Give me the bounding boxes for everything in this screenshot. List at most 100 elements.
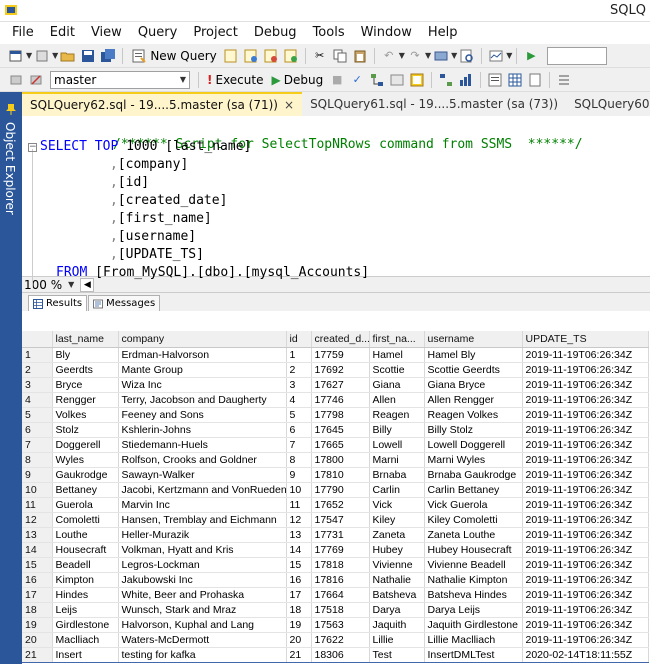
client-statistics-icon[interactable]	[458, 72, 474, 88]
results-to-grid-icon[interactable]	[507, 72, 523, 88]
cell-id[interactable]: 1	[286, 347, 312, 363]
cell-username[interactable]: Jaquith Girdlestone	[424, 617, 523, 633]
cell-last-name[interactable]: Bryce	[52, 377, 119, 393]
column-header-update-ts[interactable]: UPDATE_TS	[522, 331, 649, 348]
table-row[interactable]: 7 Doggerell Stiedemann-Huels 7 17665 Lowell Lo…	[22, 437, 649, 453]
row-number[interactable]: 1	[22, 347, 53, 363]
cell-created-date[interactable]: 17518	[311, 602, 370, 618]
table-row[interactable]: 1 Bly Erdman-Halvorson 1 17759 Hamel Hamel Bly…	[22, 347, 649, 363]
cell-update-ts[interactable]: 2019-11-19T06:26:34Z	[522, 557, 649, 573]
cell-created-date[interactable]: 17627	[311, 377, 370, 393]
row-number[interactable]: 18	[22, 602, 53, 618]
actual-plan-icon[interactable]	[438, 72, 454, 88]
cell-update-ts[interactable]: 2019-11-19T06:26:34Z	[522, 347, 649, 363]
cell-company[interactable]: Sawayn-Walker	[118, 467, 287, 483]
analysis-query-icon[interactable]	[243, 48, 259, 64]
table-row[interactable]: 6 Stolz Kshlerin-Johns 6 17645 Billy Billy Sto…	[22, 422, 649, 438]
row-number[interactable]: 3	[22, 377, 53, 393]
activity-monitor-icon[interactable]	[488, 48, 504, 64]
xmla-query-icon[interactable]	[283, 48, 299, 64]
object-explorer-strip[interactable]: Object Explorer	[0, 92, 22, 664]
menu-query[interactable]: Query	[130, 22, 186, 44]
cell-username[interactable]: Hubey Housecraft	[424, 542, 523, 558]
execute-button[interactable]: ! Execute	[207, 73, 263, 87]
cell-update-ts[interactable]: 2019-11-19T06:26:34Z	[522, 482, 649, 498]
cell-username[interactable]: Hamel Bly	[424, 347, 523, 363]
results-grid[interactable]: last_name company id created_d... first_…	[22, 331, 650, 664]
cell-last-name[interactable]: Gaukrodge	[52, 467, 119, 483]
cell-created-date[interactable]: 17665	[311, 437, 370, 453]
cell-update-ts[interactable]: 2019-11-19T06:26:34Z	[522, 362, 649, 378]
table-row[interactable]: 9 Gaukrodge Sawayn-Walker 9 17810 Brnaba Brnab…	[22, 467, 649, 483]
menu-debug[interactable]: Debug	[246, 22, 305, 44]
cell-first-name[interactable]: Vivienne	[369, 557, 425, 573]
cell-update-ts[interactable]: 2019-11-19T06:26:34Z	[522, 602, 649, 618]
cell-first-name[interactable]: Hamel	[369, 347, 425, 363]
cell-first-name[interactable]: Hubey	[369, 542, 425, 558]
table-row[interactable]: 16 Kimpton Jakubowski Inc 16 17816 Nathalie Na…	[22, 572, 649, 588]
start-icon[interactable]: ▶	[523, 48, 539, 64]
row-number[interactable]: 9	[22, 467, 53, 483]
menu-project[interactable]: Project	[185, 22, 245, 44]
row-number[interactable]: 15	[22, 557, 53, 573]
cell-update-ts[interactable]: 2019-11-19T06:26:34Z	[522, 377, 649, 393]
cell-company[interactable]: Hansen, Tremblay and Eichmann	[118, 512, 287, 528]
row-number[interactable]: 17	[22, 587, 53, 603]
chevron-down-icon[interactable]: ▼	[506, 51, 512, 60]
cell-username[interactable]: Batsheva Hindes	[424, 587, 523, 603]
cell-first-name[interactable]: Lowell	[369, 437, 425, 453]
row-number[interactable]: 14	[22, 542, 53, 558]
cell-first-name[interactable]: Giana	[369, 377, 425, 393]
cell-id[interactable]: 2	[286, 362, 312, 378]
cell-created-date[interactable]: 17759	[311, 347, 370, 363]
cell-username[interactable]: InsertDMLTest	[424, 646, 523, 663]
cell-company[interactable]: Kshlerin-Johns	[118, 422, 287, 438]
chevron-down-icon[interactable]: ▼	[52, 51, 58, 60]
cell-username[interactable]: Vick Guerola	[424, 497, 523, 513]
open-folder-icon[interactable]	[60, 48, 76, 64]
cell-update-ts[interactable]: 2019-11-19T06:26:34Z	[522, 572, 649, 588]
cell-username[interactable]: Lowell Doggerell	[424, 437, 523, 453]
cell-id[interactable]: 10	[286, 482, 312, 498]
cell-first-name[interactable]: Billy	[369, 422, 425, 438]
available-databases-select[interactable]: master ▼	[50, 70, 190, 89]
cell-first-name[interactable]: Carlin	[369, 482, 425, 498]
cell-created-date[interactable]: 17810	[311, 467, 370, 483]
row-number[interactable]: 4	[22, 392, 53, 408]
cell-created-date[interactable]: 17798	[311, 407, 370, 423]
collapse-toggle[interactable]: −	[28, 143, 37, 152]
table-row[interactable]: 11 Guerola Marvin Inc 11 17652 Vick Vick Guero…	[22, 497, 649, 513]
cell-username[interactable]: Allen Rengger	[424, 392, 523, 408]
cell-last-name[interactable]: Girdlestone	[52, 617, 119, 633]
cell-first-name[interactable]: Allen	[369, 392, 425, 408]
row-number[interactable]: 11	[22, 497, 53, 513]
cell-last-name[interactable]: Stolz	[52, 422, 119, 438]
row-number[interactable]: 20	[22, 632, 53, 648]
cell-last-name[interactable]: Housecraft	[52, 542, 119, 558]
table-row[interactable]: 10 Bettaney Jacobi, Kertzmann and VonRuede…	[22, 482, 649, 498]
column-header-created-date[interactable]: created_d...	[311, 331, 370, 348]
row-number[interactable]: 13	[22, 527, 53, 543]
tab-sqlquery60[interactable]: SQLQuery60.sql - 19....5.m	[566, 92, 650, 116]
menu-file[interactable]: File	[4, 22, 42, 44]
cell-id[interactable]: 16	[286, 572, 312, 588]
chevron-down-icon[interactable]: ▼	[425, 51, 431, 60]
cell-company[interactable]: Terry, Jacobson and Daugherty	[118, 392, 287, 408]
cell-username[interactable]: Zaneta Louthe	[424, 527, 523, 543]
intellisense-icon[interactable]	[409, 72, 425, 88]
row-number[interactable]: 12	[22, 512, 53, 528]
menu-help[interactable]: Help	[420, 22, 466, 44]
connect-icon[interactable]	[8, 72, 24, 88]
cell-first-name[interactable]: Marni	[369, 452, 425, 468]
cell-last-name[interactable]: Volkes	[52, 407, 119, 423]
cell-id[interactable]: 6	[286, 422, 312, 438]
cell-id[interactable]: 5	[286, 407, 312, 423]
parse-checkmark-icon[interactable]: ✓	[349, 72, 365, 88]
cell-last-name[interactable]: Guerola	[52, 497, 119, 513]
row-number[interactable]: 8	[22, 452, 53, 468]
table-row[interactable]: 17 Hindes White, Beer and Prohaska 17 17664 B…	[22, 587, 649, 603]
column-header-username[interactable]: username	[424, 331, 523, 348]
tab-sqlquery61[interactable]: SQLQuery61.sql - 19....5.master (sa (73)…	[302, 92, 566, 116]
navigate-icon[interactable]	[433, 48, 449, 64]
cell-company[interactable]: Heller-Murazik	[118, 527, 287, 543]
